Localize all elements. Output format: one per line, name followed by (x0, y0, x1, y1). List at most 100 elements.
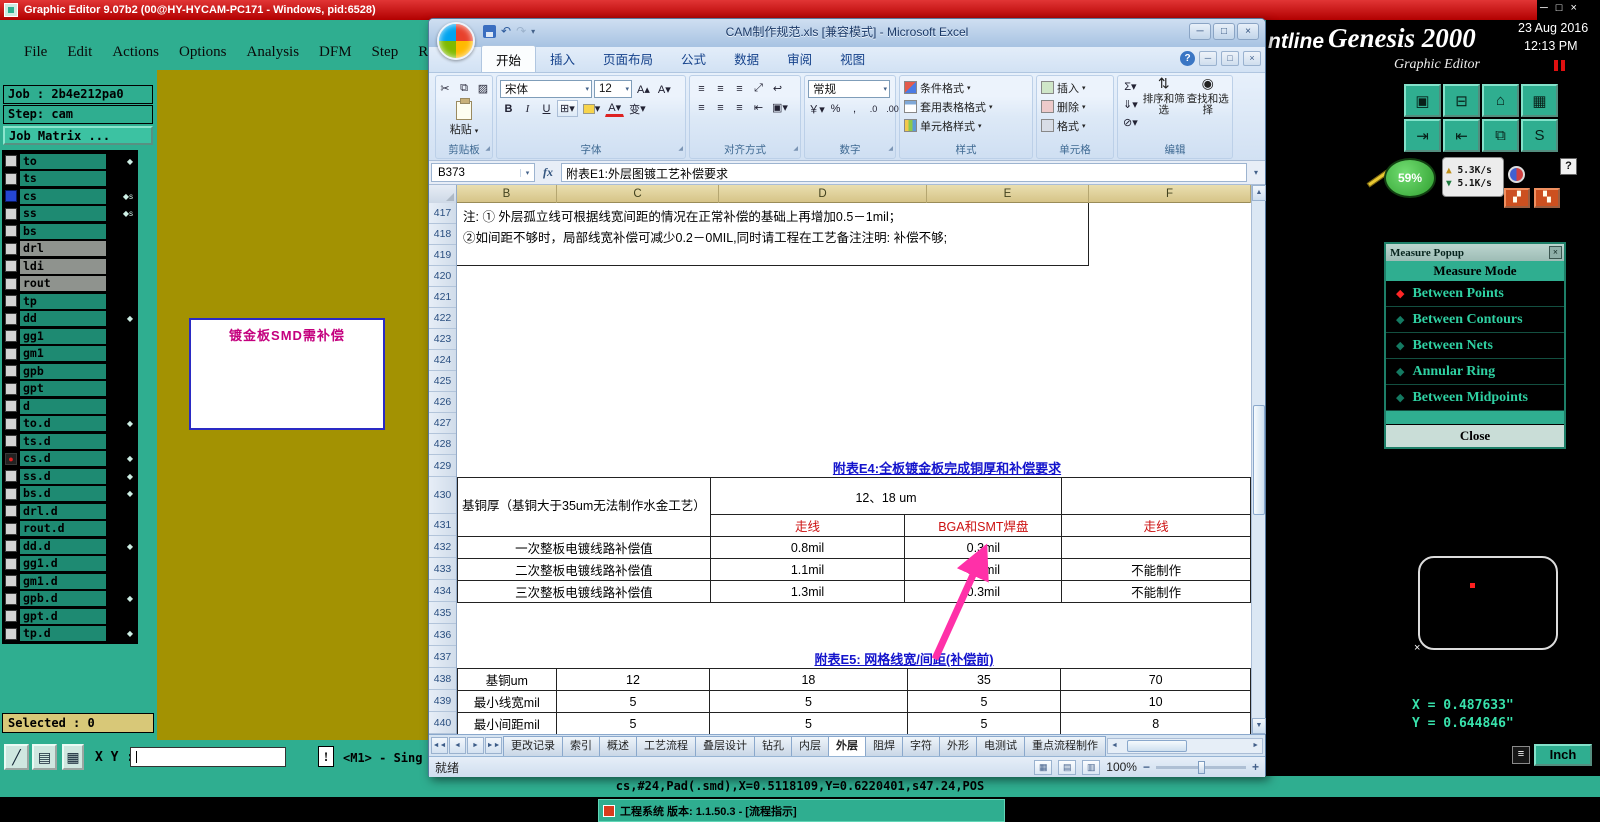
row-header-431[interactable]: 431 (429, 514, 456, 536)
table-cell[interactable]: 三次整板电镀线路补偿值 (457, 580, 711, 603)
panel-action-button-1[interactable]: ▞ (1504, 188, 1530, 208)
menu-options[interactable]: Options (169, 44, 237, 61)
table-cell[interactable]: 1.3mil (709, 580, 906, 603)
measure-close-button[interactable]: Close (1386, 424, 1564, 447)
format-cells-button[interactable]: 格式 ▾ (1039, 116, 1111, 135)
row-header-424[interactable]: 424 (429, 350, 456, 371)
delete-cells-button[interactable]: 删除 ▾ (1039, 97, 1111, 116)
taskbar-window-item[interactable]: 工程系统 版本: 1.1.50.3 - [流程指示] (598, 799, 1005, 822)
table-cell[interactable]: 0.3mil (904, 580, 1063, 603)
layer-row-to.d[interactable]: to.d ◆ (4, 416, 136, 433)
fill-icon[interactable]: ⇓▾ (1120, 96, 1141, 113)
ribbon-tab-7[interactable]: 视图 (826, 45, 879, 72)
formula-input[interactable]: 附表E1:外层图镀工艺补偿要求 (561, 163, 1247, 182)
table-cell[interactable]: 最小间距mil (457, 712, 557, 734)
row-header-436[interactable]: 436 (429, 624, 456, 646)
layer-row-drl[interactable]: drl (4, 241, 136, 258)
layer-row-rout.d[interactable]: rout.d (4, 521, 136, 538)
formula-expand-icon[interactable]: ▾ (1249, 168, 1263, 177)
table-cell[interactable]: 10 (1060, 690, 1251, 713)
comma-icon[interactable]: , (846, 100, 863, 117)
format-as-table-button[interactable]: 套用表格格式 ▾ (902, 97, 1030, 116)
table-cell[interactable]: 0.3mil (904, 558, 1063, 581)
fill-color-icon[interactable]: ▾ (580, 100, 604, 117)
shrink-font-icon[interactable]: A▾ (655, 81, 674, 98)
ribbon-tab-1[interactable]: 开始 (481, 45, 537, 72)
table-cell[interactable]: 走线 (709, 514, 906, 537)
table-cell[interactable]: 12 (555, 668, 711, 691)
cut-icon[interactable]: ✂ (437, 80, 454, 97)
prev-sheet-icon[interactable]: ◄ (449, 737, 466, 754)
workbook-minimize-icon[interactable]: ─ (1199, 51, 1217, 66)
currency-icon[interactable]: ￥▾ (808, 100, 825, 117)
draw-line-tool-icon[interactable]: ╱ (4, 744, 29, 770)
scrollbar-thumb[interactable] (1126, 739, 1187, 752)
layer-row-ss[interactable]: ss ◆s (4, 206, 136, 223)
maximize-icon[interactable]: □ (1556, 2, 1563, 18)
scrollbar-thumb[interactable] (1253, 405, 1265, 515)
layer-row-gm1[interactable]: gm1 (4, 346, 136, 363)
layer-row-gm1.d[interactable]: gm1.d (4, 573, 136, 590)
table-cell[interactable]: 基铜厚（基铜大于35um无法制作水金工艺） (457, 477, 711, 537)
layer-checkbox[interactable] (5, 400, 17, 413)
layer-row-bs.d[interactable]: bs.d ◆ (4, 486, 136, 503)
ribbon-tab-5[interactable]: 数据 (720, 45, 773, 72)
zoom-in-icon[interactable]: ⇥ (1404, 119, 1441, 152)
layer-checkbox[interactable] (5, 277, 17, 290)
menu-file[interactable]: File (14, 44, 57, 61)
sheet-tab-13[interactable]: 重点流程制作 (1024, 735, 1106, 756)
page-break-view-icon[interactable]: ▥ (1082, 759, 1101, 775)
measure-option-between-nets[interactable]: ◆ Between Nets (1386, 333, 1564, 359)
layer-checkbox[interactable] (5, 190, 17, 203)
row-header-429[interactable]: 429 (429, 455, 456, 477)
row-header-437[interactable]: 437 (429, 646, 456, 668)
layer-checkbox[interactable] (5, 470, 17, 483)
normal-view-icon[interactable]: ▦ (1034, 759, 1053, 775)
target-icon[interactable] (1508, 166, 1525, 183)
row-header-432[interactable]: 432 (429, 536, 456, 558)
layer-row-tp[interactable]: tp (4, 293, 136, 310)
table-cell[interactable]: 不能制作 (1061, 580, 1251, 603)
table-cell[interactable]: 0.8mil (709, 536, 906, 559)
profile-icon[interactable]: S (1521, 119, 1558, 152)
fx-icon[interactable]: fx (537, 165, 559, 180)
font-size-select[interactable]: 12 ▾ (594, 80, 632, 98)
underline-icon[interactable]: U (538, 100, 555, 117)
row-header-438[interactable]: 438 (429, 668, 456, 690)
table-cell[interactable]: 5 (709, 712, 908, 734)
sheet-tab-4[interactable]: 工艺流程 (636, 735, 696, 756)
layer-row-ts.d[interactable]: ts.d (4, 433, 136, 450)
table-cell[interactable]: 不能制作 (1061, 558, 1251, 581)
row-header-425[interactable]: 425 (429, 371, 456, 392)
layer-checkbox[interactable] (5, 435, 17, 448)
name-box[interactable]: B373 ▾ (431, 163, 535, 182)
row-header-427[interactable]: 427 (429, 413, 456, 434)
zoom-out-icon[interactable]: ⇤ (1443, 119, 1480, 152)
bold-icon[interactable]: B (500, 100, 517, 117)
menu-analysis[interactable]: Analysis (237, 44, 310, 61)
clear-icon[interactable]: ⊘▾ (1120, 114, 1141, 131)
workbook-close-icon[interactable]: × (1243, 51, 1261, 66)
namebox-dropdown-icon[interactable]: ▾ (520, 168, 534, 177)
measure-popup-titlebar[interactable]: Measure Popup × (1386, 244, 1564, 261)
measure-option-between-points[interactable]: ◆ Between Points (1386, 281, 1564, 307)
select-all-corner[interactable] (429, 185, 457, 203)
layer-row-to[interactable]: to ◆ (4, 153, 136, 170)
layer-checkbox[interactable] (5, 365, 17, 378)
capture-tool-icon[interactable]: ▤ (32, 744, 57, 770)
zoom-slider[interactable] (1155, 760, 1246, 774)
layer-row-ts[interactable]: ts (4, 171, 136, 188)
menu-edit[interactable]: Edit (57, 44, 102, 61)
table-cell[interactable]: BGA和SMT焊盘 (904, 514, 1063, 537)
layer-checkbox[interactable] (5, 207, 17, 220)
table-cell[interactable]: 0.3mil (904, 536, 1063, 559)
snapshot-icon[interactable]: ▣ (1404, 84, 1441, 117)
ge-titlebar[interactable]: Graphic Editor 9.07b2 (00@HY-HYCAM-PC171… (0, 0, 1537, 20)
scroll-down-icon[interactable]: ▼ (1252, 718, 1266, 734)
copy-icon[interactable]: ⧉ (456, 80, 473, 97)
layer-row-gpb[interactable]: gpb (4, 363, 136, 380)
align-left-icon[interactable]: ≡ (693, 99, 710, 116)
sheet-tab-7[interactable]: 内层 (791, 735, 829, 756)
layer-checkbox[interactable] (5, 627, 17, 640)
zoom-in-icon[interactable]: + (1252, 760, 1259, 774)
